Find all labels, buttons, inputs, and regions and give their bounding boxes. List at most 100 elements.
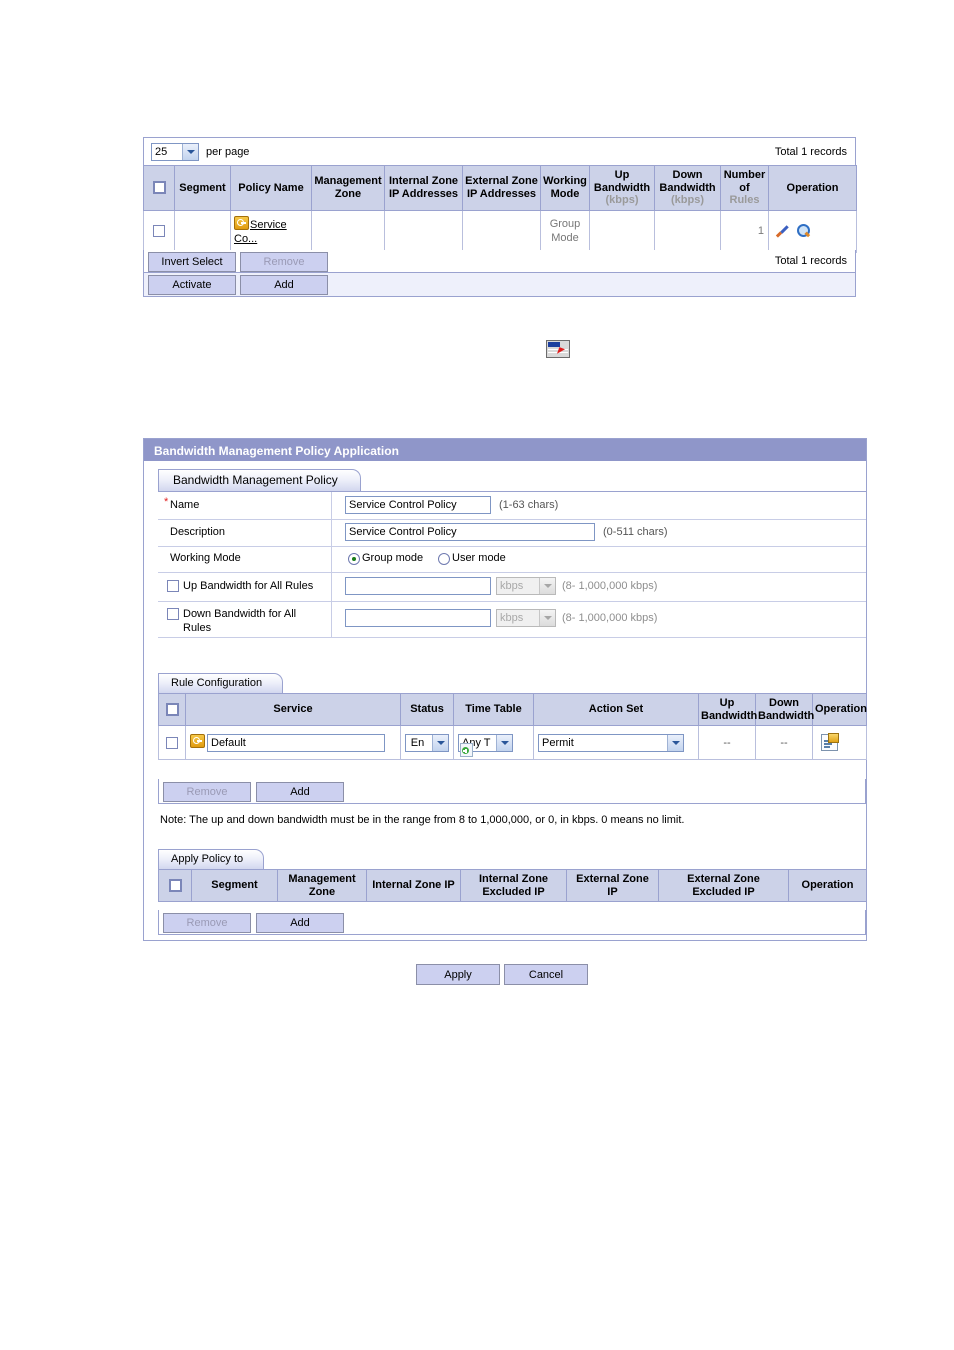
activate-button[interactable]: Activate: [148, 275, 236, 295]
cursor-arrow-icon: [556, 347, 566, 356]
page-size-label: per page: [206, 146, 250, 158]
invert-select-button[interactable]: Invert Select: [148, 252, 236, 272]
down-bandwidth-unit-select[interactable]: kbps: [496, 609, 556, 627]
rule-col-time-table: Time Table: [453, 692, 534, 727]
row-checkbox[interactable]: [153, 225, 165, 238]
tab-bandwidth-management-policy[interactable]: Bandwidth Management Policy: [158, 469, 361, 491]
col-working-mode-l1: Working: [543, 175, 587, 188]
form-footer: Apply Cancel: [416, 964, 596, 986]
window-icon-titlebar: [548, 342, 560, 347]
chevron-down-icon: [539, 578, 555, 594]
window-cursor-icon: [546, 340, 570, 358]
rule-cell-up-bandwidth: --: [698, 725, 756, 761]
add-button[interactable]: Add: [240, 275, 328, 295]
apply-col-external-zone-ip-l1: External Zone: [576, 873, 649, 885]
number-of-rules-link[interactable]: 1: [758, 225, 764, 237]
up-bandwidth-label-cell: Up Bandwidth for All Rules: [158, 572, 332, 601]
table-row: En Any T: [158, 725, 867, 761]
col-down-bandwidth: Down Bandwidth (kbps): [654, 165, 721, 211]
col-up-bandwidth-l3: (kbps): [605, 194, 639, 207]
apply-select-all-cell[interactable]: [158, 868, 192, 903]
total-records-top: Total 1 records: [774, 146, 847, 158]
chevron-down-icon: [432, 734, 448, 751]
cancel-button[interactable]: Cancel: [504, 964, 588, 985]
tab-apply-policy-to[interactable]: Apply Policy to: [158, 849, 265, 869]
col-number-of-rules: Number of Rules: [720, 165, 769, 211]
rule-row-checkbox[interactable]: [166, 736, 178, 749]
col-policy-name-label: Policy Name: [238, 181, 304, 194]
apply-select-all-checkbox[interactable]: [168, 879, 182, 893]
description-hint: (0-511 chars): [603, 526, 668, 538]
select-all-cell[interactable]: [143, 165, 175, 211]
required-asterisk: *: [164, 496, 169, 508]
rule-cell-time-table: Any T: [453, 725, 534, 761]
up-bandwidth-unit-select[interactable]: kbps: [496, 577, 556, 595]
tab-bandwidth-management-policy-wrap: Bandwidth Management Policy: [158, 469, 361, 491]
tab-rule-configuration[interactable]: Rule Configuration: [158, 673, 284, 693]
cell-working-mode: Group Mode: [540, 209, 590, 253]
chevron-down-icon: [496, 734, 512, 751]
down-bandwidth-checkbox[interactable]: [167, 608, 179, 620]
rule-col-up-bandwidth-l1: Up: [719, 697, 735, 709]
policy-list-grid-wrap: Segment Policy Name Management Zone Inte…: [143, 165, 857, 253]
page-title: Bandwidth Management Policy Application: [154, 444, 399, 458]
down-bandwidth-input[interactable]: [345, 609, 491, 627]
add-time-table-icon[interactable]: [460, 743, 473, 758]
col-working-mode: Working Mode: [540, 165, 590, 211]
up-bandwidth-checkbox[interactable]: [167, 580, 179, 592]
down-bandwidth-label: Down Bandwidth for All Rules: [183, 608, 297, 634]
rule-select-all-checkbox[interactable]: [165, 703, 179, 717]
col-working-mode-l2: Mode: [550, 187, 580, 200]
radio-user-mode-label: User mode: [452, 552, 506, 564]
rule-cell-service: [185, 725, 401, 761]
description-input[interactable]: [345, 523, 595, 541]
policy-list-header-row: Segment Policy Name Management Zone Inte…: [143, 165, 857, 211]
col-external-zone-ip-l2: IP Addresses: [466, 187, 537, 200]
col-number-of-rules-l1: Number: [723, 169, 766, 181]
cell-policy-name[interactable]: Service Co...: [230, 209, 312, 253]
select-all-checkbox[interactable]: [152, 181, 166, 195]
policy-list-actions-2: Activate Add: [143, 273, 856, 297]
page-size-select[interactable]: 25: [151, 143, 199, 161]
col-down-bandwidth-l3: (kbps): [671, 194, 704, 207]
radio-group-mode[interactable]: [348, 553, 360, 565]
edit-pencil-icon[interactable]: [775, 224, 790, 239]
chevron-down-icon: [539, 610, 555, 626]
rule-col-service-label: Service: [273, 703, 313, 716]
name-label: Name: [170, 499, 200, 511]
rule-cell-status: En: [400, 725, 454, 761]
rule-add-button[interactable]: Add: [256, 782, 344, 802]
up-bandwidth-input[interactable]: [345, 577, 491, 595]
cell-number-of-rules[interactable]: 1: [720, 209, 769, 253]
key-icon: [234, 216, 249, 231]
col-internal-zone-ip: Internal Zone IP Addresses: [384, 165, 463, 211]
rule-service-input[interactable]: [207, 733, 385, 752]
search-magnifier-icon[interactable]: [797, 224, 812, 238]
apply-col-external-zone-ip-l2: IP: [607, 885, 618, 898]
rule-cell-action-set: Permit: [533, 725, 699, 761]
apply-col-management-zone: Management Zone: [277, 868, 367, 903]
cell-external-zone-ip: [462, 209, 541, 253]
rule-select-all-cell[interactable]: [158, 692, 186, 727]
apply-policy-table-wrap: Segment Management Zone Internal Zone IP…: [158, 868, 867, 903]
col-segment-label: Segment: [179, 181, 226, 194]
rule-row-select-cell[interactable]: [158, 725, 186, 761]
properties-edit-icon[interactable]: [821, 733, 839, 752]
apply-button[interactable]: Apply: [416, 964, 500, 985]
apply-policy-table: Segment Management Zone Internal Zone IP…: [158, 868, 867, 903]
radio-group-mode-label: Group mode: [362, 552, 424, 564]
rule-remove-button: Remove: [163, 782, 251, 802]
row-select-cell[interactable]: [143, 209, 175, 253]
apply-add-button[interactable]: Add: [256, 913, 344, 933]
tab-rule-configuration-wrap: Rule Configuration: [158, 673, 284, 693]
apply-col-external-zone-ip: External Zone IP: [566, 868, 659, 903]
rule-status-select[interactable]: En: [405, 733, 449, 752]
col-up-bandwidth: Up Bandwidth (kbps): [589, 165, 655, 211]
field-row-working-mode: Working Mode Group mode User mode: [158, 546, 866, 573]
apply-policy-header-row: Segment Management Zone Internal Zone IP…: [158, 868, 867, 903]
radio-user-mode[interactable]: [438, 553, 450, 565]
name-input[interactable]: [345, 496, 491, 514]
rule-action-set-select[interactable]: Permit: [538, 733, 684, 752]
field-row-up-bandwidth: Up Bandwidth for All Rules kbps (8- 1,00…: [158, 572, 866, 602]
apply-col-internal-excluded-ip-l2: Excluded IP: [482, 885, 545, 898]
